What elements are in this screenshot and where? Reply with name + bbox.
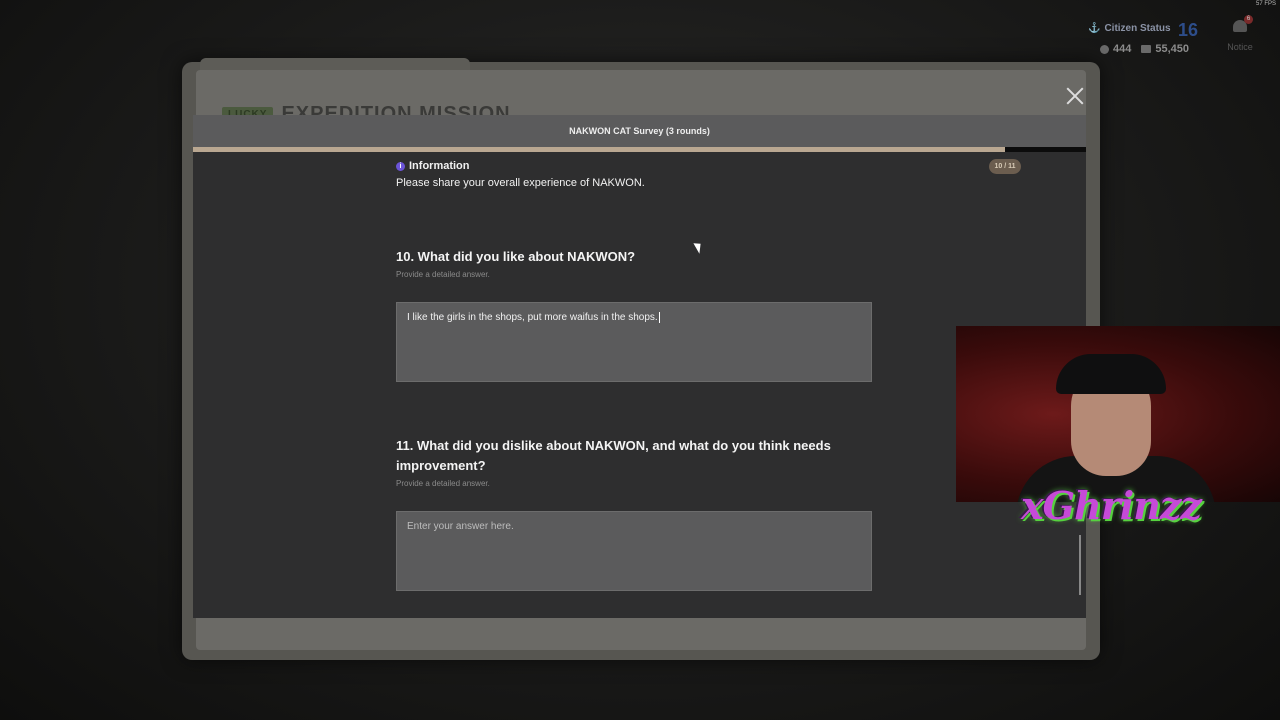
info-icon: i (396, 161, 405, 171)
citizen-icon: ⚓ (1088, 23, 1101, 34)
cash-icon (1141, 45, 1152, 53)
question-10: 10. What did you like about NAKWON? Prov… (396, 247, 866, 279)
notice-label: Notice (1227, 42, 1253, 52)
currency-row: 444 55,450 (1100, 43, 1189, 55)
survey-modal: NAKWON CAT Survey (3 rounds) 10 / 11 i I… (193, 115, 1086, 618)
question-title: 10. What did you like about NAKWON? (396, 249, 636, 264)
scrollbar[interactable] (1079, 535, 1081, 595)
progress-badge: 10 / 11 (989, 159, 1021, 174)
answer-text: I like the girls in the shops, put more … (407, 312, 658, 324)
streamer-cap (1056, 354, 1166, 394)
answer-11-textarea[interactable]: Enter your answer here. (396, 511, 872, 591)
cash-amount: 55,450 (1155, 43, 1190, 55)
coin-amount: 444 (1113, 43, 1132, 55)
notice-count-badge: 6 (1244, 15, 1253, 24)
question-subtitle: Provide a detailed answer. (396, 270, 490, 279)
survey-progress-bar (193, 147, 1086, 152)
webcam-overlay (956, 326, 1280, 502)
question-subtitle: Provide a detailed answer. (396, 479, 490, 488)
citizen-level: 16 (1178, 20, 1199, 40)
hud-citizen-status: ⚓ Citizen Status 16 444 55,450 (1086, 20, 1216, 60)
notice-button[interactable]: 6 Notice (1222, 15, 1258, 52)
streamer-logo: xGhrinzz (1021, 482, 1202, 528)
info-label: Information (409, 160, 470, 172)
answer-10-textarea[interactable]: I like the girls in the shops, put more … (396, 302, 872, 382)
bell-icon: 6 (1233, 15, 1253, 32)
answer-placeholder: Enter your answer here. (407, 521, 514, 532)
question-title: 11. What did you dislike about NAKWON, a… (396, 438, 831, 473)
survey-progress-fill (193, 147, 1005, 152)
info-section: i Information Please share your overall … (396, 160, 876, 189)
citizen-status: ⚓ Citizen Status (1088, 23, 1171, 34)
coin-icon (1100, 44, 1109, 54)
info-text: Please share your overall experience of … (396, 177, 645, 189)
survey-title: NAKWON CAT Survey (3 rounds) (193, 115, 1086, 147)
text-caret (658, 312, 660, 323)
citizen-status-label: Citizen Status (1104, 23, 1171, 34)
close-icon[interactable] (1064, 85, 1086, 107)
question-11: 11. What did you dislike about NAKWON, a… (396, 436, 866, 488)
fps-counter: 57 FPS (1255, 1, 1276, 7)
